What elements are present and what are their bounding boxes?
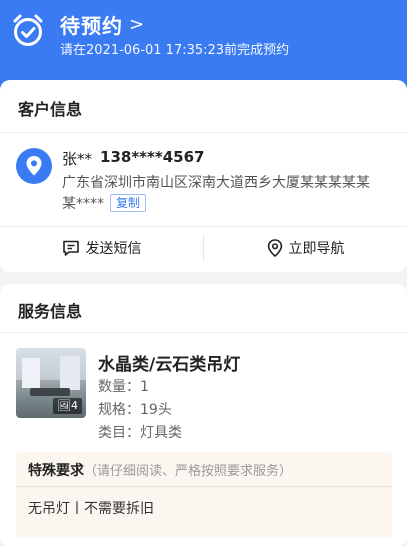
navigation-pin-icon — [267, 239, 282, 257]
special-requirements-hint: （请仔细阅读、严格按照要求服务） — [84, 464, 293, 479]
product-spec: 规格：19头 — [98, 402, 172, 418]
special-requirements-box: 特殊要求（请仔细阅读、严格按照要求服务） 无吊灯丨不需要拆旧 — [16, 452, 392, 538]
divider — [0, 226, 407, 227]
customer-phone[interactable]: 138****4567 — [100, 148, 204, 169]
customer-section-title: 客户信息 — [18, 100, 83, 119]
status-title-text: 待预约 — [60, 14, 123, 38]
chevron-right-icon: > — [129, 14, 146, 35]
navigate-button[interactable]: 立即导航 — [204, 228, 407, 268]
special-requirements-header: 特殊要求（请仔细阅读、严格按照要求服务） — [28, 460, 292, 480]
service-section-title: 服务信息 — [18, 302, 83, 321]
customer-name: 张** — [62, 150, 93, 168]
copy-address-button[interactable]: 复制 — [110, 194, 147, 212]
image-count: 4 — [71, 399, 78, 412]
status-title: 待预约 > — [60, 10, 145, 39]
customer-contact: 张** 138****4567 — [62, 148, 204, 169]
location-pin-icon — [16, 148, 52, 184]
message-icon — [62, 240, 79, 256]
deadline-text: 请在2021-06-01 17:35:23前完成预约 — [60, 43, 290, 58]
product-category: 类目：灯具类 — [98, 425, 182, 441]
divider — [0, 332, 407, 333]
send-sms-label: 发送短信 — [85, 241, 142, 257]
customer-address: 广东省深圳市南山区深南大道西乡大厦某某某某某某**** 复制 — [62, 173, 372, 215]
customer-actions: 发送短信 立即导航 — [0, 228, 407, 268]
product-quantity: 数量：1 — [98, 379, 149, 395]
special-requirements-label: 特殊要求 — [28, 463, 84, 479]
service-info-card: 服务信息 🖼4 水晶类/云石类吊灯 数量：1 规格：19头 类目：灯具类 特殊要… — [0, 284, 407, 546]
divider — [0, 132, 407, 133]
customer-address-text: 广东省深圳市南山区深南大道西乡大厦某某某某某某**** — [62, 175, 370, 212]
customer-info-card: 客户信息 张** 138****4567 广东省深圳市南山区深南大道西乡大厦某某… — [0, 80, 407, 272]
product-image[interactable]: 🖼4 — [16, 348, 86, 418]
navigate-label: 立即导航 — [288, 241, 345, 257]
product-name: 水晶类/云石类吊灯 — [98, 355, 241, 375]
special-requirements-content: 无吊灯丨不需要拆旧 — [28, 501, 154, 517]
divider — [16, 486, 392, 487]
send-sms-button[interactable]: 发送短信 — [0, 228, 203, 268]
alarm-clock-check-icon — [13, 14, 43, 46]
image-count-badge: 🖼4 — [53, 398, 82, 414]
images-icon: 🖼 — [57, 399, 71, 412]
